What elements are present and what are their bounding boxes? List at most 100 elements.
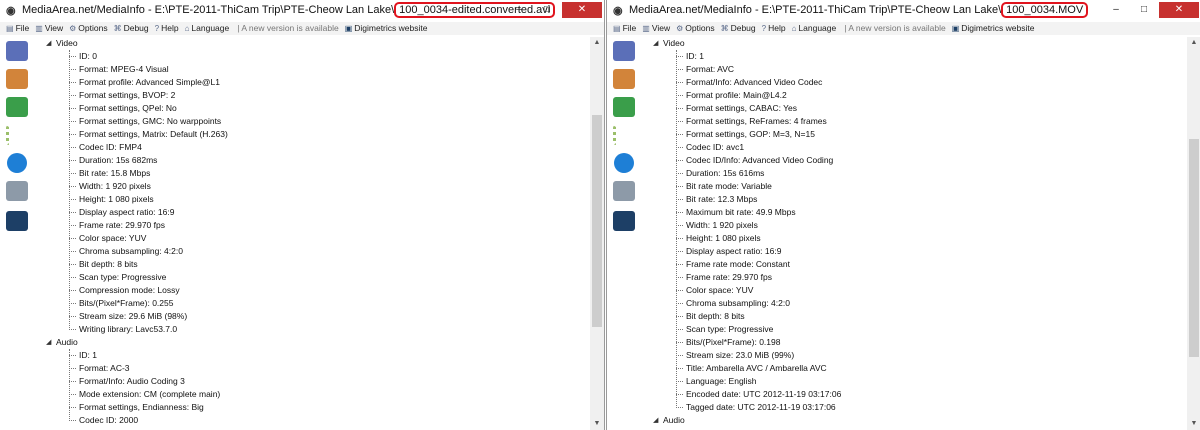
menu-item-debug[interactable]: ⌘ Debug bbox=[114, 22, 149, 35]
menu-label: Debug bbox=[730, 23, 756, 33]
tree-connector bbox=[676, 368, 683, 369]
tree-section-video[interactable]: ◢ Video bbox=[643, 37, 1189, 50]
vertical-scrollbar[interactable]: ▲ ▼ bbox=[1187, 37, 1200, 430]
scroll-up-icon[interactable]: ▲ bbox=[1187, 37, 1200, 49]
maximize-button[interactable]: □ bbox=[1131, 2, 1157, 18]
tree-connector bbox=[676, 212, 683, 213]
tree-connector bbox=[69, 407, 76, 408]
export-icon[interactable] bbox=[613, 69, 635, 89]
section-label: Video bbox=[56, 38, 78, 48]
menu-item-debug[interactable]: ⌘ Debug bbox=[721, 22, 756, 35]
tree-connector bbox=[69, 316, 76, 317]
compare-icon[interactable] bbox=[613, 181, 635, 201]
menu-item-file[interactable]: ▤ File bbox=[6, 22, 29, 35]
tree-row: Frame rate: 29.970 fps bbox=[36, 219, 588, 232]
tree-row-text: Scan type: Progressive bbox=[686, 324, 774, 334]
tree-row-text: Format profile: Main@L4.2 bbox=[686, 90, 787, 100]
menu-item-view[interactable]: ▥ View bbox=[642, 22, 670, 35]
tree-row: Language: English bbox=[643, 375, 1189, 388]
tree-row-text: Bit rate: 15.8 Mbps bbox=[79, 168, 151, 178]
scroll-thumb[interactable] bbox=[1189, 139, 1199, 357]
menu-item-help[interactable]: ? Help bbox=[155, 22, 179, 35]
tree-connector bbox=[676, 381, 683, 382]
menu-view-icon: ▥ bbox=[35, 24, 43, 33]
expand-triangle-icon[interactable]: ◢ bbox=[46, 336, 51, 349]
tree-connector bbox=[676, 329, 683, 330]
window-title: MediaArea.net/MediaInfo - E:\PTE-2011-Th… bbox=[629, 2, 1089, 18]
title-bar: ◉ MediaArea.net/MediaInfo - E:\PTE-2011-T… bbox=[0, 0, 604, 22]
menu-item-file[interactable]: ▤ File bbox=[613, 22, 636, 35]
tree-connector bbox=[676, 238, 683, 239]
tree-row: Bits/(Pixel*Frame): 0.255 bbox=[36, 297, 588, 310]
update-notice[interactable]: | A new version is available bbox=[844, 22, 945, 35]
tree-connector bbox=[69, 264, 76, 265]
tree-connector bbox=[676, 316, 683, 317]
website-link[interactable]: ▣ Digimetrics website bbox=[952, 22, 1035, 35]
tree-row: Bit rate: 15.8 Mbps bbox=[36, 167, 588, 180]
tree-row: Color space: YUV bbox=[36, 232, 588, 245]
waveform-icon[interactable] bbox=[6, 211, 28, 231]
tree-connector bbox=[676, 108, 683, 109]
menu-view-icon: ▥ bbox=[642, 24, 650, 33]
minimize-button[interactable]: – bbox=[1103, 2, 1129, 18]
open-file-icon[interactable] bbox=[6, 41, 28, 61]
tree-row: Codec ID: 2000 bbox=[36, 414, 588, 427]
tree-row: Format: AC-3 bbox=[36, 362, 588, 375]
tree-connector bbox=[676, 277, 683, 278]
open-file-icon[interactable] bbox=[613, 41, 635, 61]
scroll-down-icon[interactable]: ▼ bbox=[1187, 418, 1200, 430]
info-arrow-icon[interactable] bbox=[613, 97, 635, 117]
expand-triangle-icon[interactable]: ◢ bbox=[653, 414, 658, 427]
settings-icon[interactable] bbox=[6, 125, 31, 145]
vertical-scrollbar[interactable]: ▲ ▼ bbox=[590, 37, 604, 430]
scroll-down-icon[interactable]: ▼ bbox=[590, 418, 604, 430]
tree-row-text: Frame rate: 29.970 fps bbox=[686, 272, 772, 282]
tree-row: Format settings, QPel: No bbox=[36, 102, 588, 115]
mediainfo-window-right: ◉ MediaArea.net/MediaInfo - E:\PTE-2011-T… bbox=[606, 0, 1200, 430]
menu-item-language[interactable]: ⌂ Language bbox=[792, 22, 837, 35]
tree-row-text: Writing library: Lavc53.7.0 bbox=[79, 324, 178, 334]
tree-guide-line bbox=[69, 50, 70, 330]
maximize-button[interactable]: □ bbox=[534, 2, 560, 18]
close-button[interactable]: ✕ bbox=[562, 2, 602, 18]
info-arrow-icon[interactable] bbox=[6, 97, 28, 117]
scroll-up-icon[interactable]: ▲ bbox=[590, 37, 604, 49]
tree-row-text: Height: 1 080 pixels bbox=[686, 233, 761, 243]
tree-row: Encoded date: UTC 2012-11-19 03:17:06 bbox=[643, 388, 1189, 401]
tree-row-text: Format: AC-3 bbox=[79, 363, 130, 373]
update-notice[interactable]: | A new version is available bbox=[237, 22, 338, 35]
tree-guide-line bbox=[69, 349, 70, 421]
tree-section-audio[interactable]: ◢ Audio bbox=[36, 336, 588, 349]
settings-icon[interactable] bbox=[613, 125, 638, 145]
about-icon[interactable] bbox=[614, 153, 634, 173]
website-link[interactable]: ▣ Digimetrics website bbox=[345, 22, 428, 35]
tree-row: Width: 1 920 pixels bbox=[643, 219, 1189, 232]
tree-row: Chroma subsampling: 4:2:0 bbox=[36, 245, 588, 258]
tree-connector bbox=[69, 355, 76, 356]
menu-item-language[interactable]: ⌂ Language bbox=[185, 22, 230, 35]
waveform-icon[interactable] bbox=[613, 211, 635, 231]
compare-icon[interactable] bbox=[6, 181, 28, 201]
tree-row-text: Width: 1 920 pixels bbox=[79, 181, 151, 191]
tree-connector bbox=[69, 381, 76, 382]
minimize-button[interactable]: – bbox=[506, 2, 532, 18]
close-button[interactable]: ✕ bbox=[1159, 2, 1199, 18]
tree-section-video[interactable]: ◢ Video bbox=[36, 37, 588, 50]
menu-item-help[interactable]: ? Help bbox=[762, 22, 786, 35]
tree-row: ID: 1 bbox=[643, 50, 1189, 63]
tree-guide-line bbox=[676, 50, 677, 408]
menu-language-icon: ⌂ bbox=[184, 24, 190, 33]
tree-row: Format settings, ReFrames: 4 frames bbox=[643, 115, 1189, 128]
scroll-thumb[interactable] bbox=[592, 115, 602, 327]
expand-triangle-icon[interactable]: ◢ bbox=[46, 37, 51, 50]
tree-row: Codec ID: avc1 bbox=[643, 141, 1189, 154]
tree-section-audio[interactable]: ◢ Audio bbox=[643, 414, 1189, 427]
menu-item-options[interactable]: ⚙ Options bbox=[676, 22, 714, 35]
expand-triangle-icon[interactable]: ◢ bbox=[653, 37, 658, 50]
about-icon[interactable] bbox=[7, 153, 27, 173]
menu-label: Language bbox=[798, 23, 837, 33]
tree-row: Display aspect ratio: 16:9 bbox=[36, 206, 588, 219]
menu-item-view[interactable]: ▥ View bbox=[35, 22, 63, 35]
export-icon[interactable] bbox=[6, 69, 28, 89]
menu-item-options[interactable]: ⚙ Options bbox=[69, 22, 107, 35]
